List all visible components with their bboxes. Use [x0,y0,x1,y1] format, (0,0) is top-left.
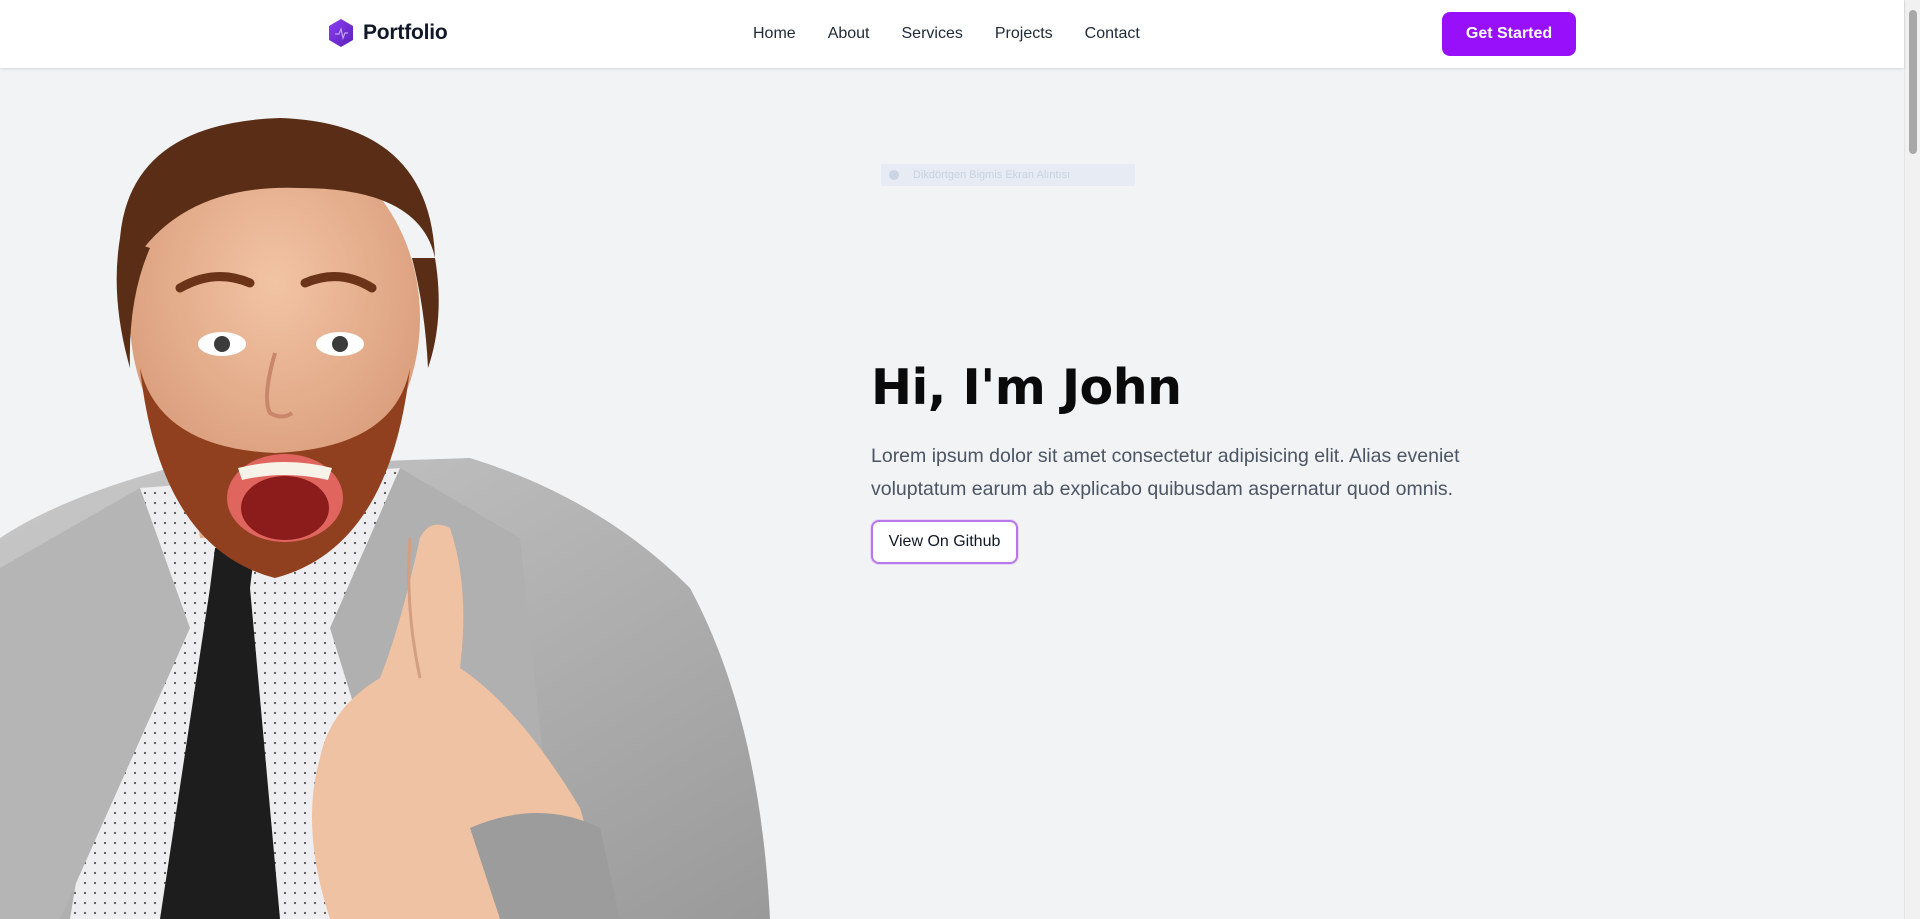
translate-icon [889,170,899,180]
brand[interactable]: Portfolio [327,18,448,48]
hexagon-logo-icon [329,19,353,47]
nav-link-about[interactable]: About [828,25,870,42]
nav-link-contact[interactable]: Contact [1085,25,1140,42]
translate-bar: Dikdörtgen Bigmis Ekran Alıntısı [881,164,1135,186]
man-thumbs-up-illustration [0,118,770,919]
get-started-button[interactable]: Get Started [1442,12,1576,56]
hero-title: Hi, I'm John [871,359,1182,416]
navbar: Portfolio Home About Services Projects C… [0,0,1904,68]
scrollbar-thumb[interactable] [1909,10,1917,154]
hero-description: Lorem ipsum dolor sit amet consectetur a… [871,445,1460,500]
view-on-github-button[interactable]: View On Github [871,520,1018,564]
translate-bar-text: Dikdörtgen Bigmis Ekran Alıntısı [913,169,1071,181]
brand-name: Portfolio [363,21,448,44]
nav-link-projects[interactable]: Projects [995,25,1053,42]
nav-link-services[interactable]: Services [902,25,963,42]
nav-link-home[interactable]: Home [753,25,796,42]
nav-links: Home About Services Projects Contact [753,24,1140,44]
hero-photo [0,68,770,919]
scrollbar[interactable] [1904,0,1920,919]
